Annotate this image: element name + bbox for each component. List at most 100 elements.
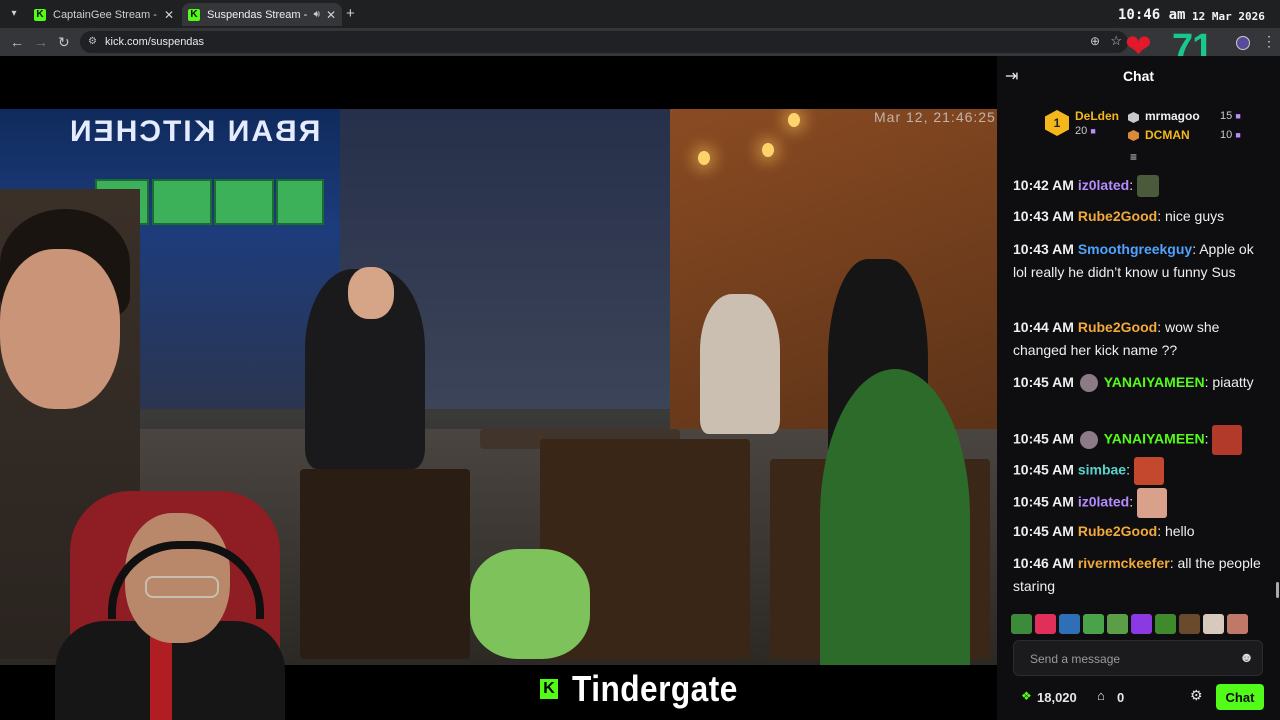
emote-icon[interactable] — [1227, 614, 1248, 634]
chat-message: 10:44 AM Rube2Good: wow she changed her … — [1013, 319, 1220, 358]
close-icon[interactable]: ✕ — [164, 8, 174, 22]
menu-board — [214, 179, 274, 225]
streamer-webcam — [50, 491, 290, 720]
message-time: 10:45 AM — [1013, 374, 1074, 390]
face — [0, 249, 120, 409]
message-time: 10:46 AM — [1013, 555, 1074, 571]
address-bar[interactable]: ⚙ kick.com/suspendas ⊕ ☆ — [80, 31, 1128, 53]
message-user[interactable]: YANAIYAMEEN — [1104, 374, 1205, 390]
lettuce-bag — [470, 549, 590, 659]
camera-timestamp: Mar 12, 21:46:25 — [874, 109, 996, 125]
message-user[interactable]: Rube2Good — [1078, 319, 1157, 335]
message-user[interactable]: rivermckeefer — [1078, 555, 1170, 571]
sunglasses — [145, 576, 219, 598]
leader-first-name[interactable]: DeLden — [1075, 109, 1119, 123]
zoom-icon[interactable]: ⊕ — [1090, 34, 1100, 48]
seated-man-head — [348, 267, 394, 319]
lamp — [698, 151, 710, 165]
chat-message: 10:45 AM iz0lated: — [1013, 488, 1269, 518]
emote-icon[interactable] — [1059, 614, 1080, 634]
date: 12 Mar 2026 — [1192, 10, 1265, 23]
store-icon[interactable]: ⌂ — [1097, 688, 1105, 703]
message-user[interactable]: iz0lated — [1078, 494, 1129, 510]
url-text: kick.com/suspendas — [105, 36, 205, 48]
chat-message: 10:45 AM Rube2Good: hello — [1013, 523, 1195, 539]
gift-leaderboard: 1 DeLden 20 ■ mrmagoo 15 ■ DCMAN 10 ■ — [997, 100, 1280, 152]
leader-first-points: 20 ■ — [1075, 125, 1096, 137]
video-player[interactable]: RBAN KITCHEN Mar 12, 21:46:25 K Tinderga… — [0, 56, 997, 720]
points-value: 10 — [1220, 129, 1233, 141]
points-icon: ❖ — [1021, 689, 1032, 703]
channel-points[interactable]: 18,020 — [1037, 690, 1077, 705]
tab-list-icon[interactable]: ▾ — [6, 6, 22, 22]
emote-icon[interactable] — [1083, 614, 1104, 634]
lamp — [762, 143, 774, 157]
chat-message: 10:45 AM YANAIYAMEEN: piaatty — [1013, 371, 1269, 394]
chat-message: 10:45 AM simbae: — [1013, 457, 1269, 485]
emote-icon[interactable] — [1107, 614, 1128, 634]
chat-input[interactable] — [1014, 641, 1232, 677]
pin-icon[interactable]: ≡ — [1130, 150, 1137, 164]
tab-suspendas[interactable]: K Suspendas Stream - Watch Live 🔊︎ ✕ — [182, 3, 342, 26]
storefront-sign: RBAN KITCHEN — [68, 115, 321, 148]
rank-badge — [1128, 130, 1139, 141]
diner — [700, 294, 780, 434]
gear-icon[interactable]: ⚙ — [1190, 687, 1203, 704]
leader-third-name[interactable]: DCMAN — [1145, 128, 1190, 142]
message-user[interactable]: Smoothgreekguy — [1078, 241, 1192, 257]
emote-icon[interactable] — [1203, 614, 1224, 634]
message-user[interactable]: Rube2Good — [1078, 208, 1157, 224]
message-user[interactable]: iz0lated — [1078, 177, 1129, 193]
store-count: 0 — [1117, 690, 1125, 705]
send-chat-button[interactable]: Chat — [1216, 684, 1264, 710]
message-user[interactable]: simbae — [1078, 462, 1126, 478]
leader-second-name[interactable]: mrmagoo — [1145, 109, 1200, 123]
points-value: 15 — [1220, 110, 1233, 122]
message-text: hello — [1164, 523, 1195, 539]
quick-emote-bar — [1011, 614, 1271, 636]
message-text: piaatty — [1212, 374, 1254, 390]
kick-favicon: K — [34, 8, 46, 21]
menu-icon[interactable]: ⋮ — [1262, 33, 1276, 50]
rank-badge — [1128, 112, 1139, 123]
emote-icon[interactable] — [1011, 614, 1032, 634]
tab-captaingee[interactable]: K CaptainGee Stream - Watch Live ✕ — [28, 3, 180, 26]
emote-icon[interactable] — [1131, 614, 1152, 634]
profile-avatar[interactable] — [1236, 36, 1250, 50]
clock: 10:46 am — [1118, 7, 1186, 23]
browser-toolbar: ← → ↻ ⚙ kick.com/suspendas ⊕ ☆ — [0, 28, 1280, 56]
message-text: nice guys — [1164, 208, 1225, 224]
message-time: 10:45 AM — [1013, 461, 1074, 478]
points-value: 20 — [1075, 125, 1088, 137]
site-info-icon[interactable]: ⚙ — [88, 36, 97, 47]
chat-messages: 10:42 AM iz0lated: 10:43 AM Rube2Good: n… — [997, 174, 1280, 614]
chat-panel: ⇥ Chat 1 DeLden 20 ■ mrmagoo 15 ■ DCMAN … — [997, 56, 1280, 720]
menu-board — [152, 179, 212, 225]
emote-icon[interactable] — [1155, 614, 1176, 634]
close-icon[interactable]: ✕ — [326, 8, 336, 22]
chat-scrollbar[interactable] — [1276, 582, 1279, 598]
menu-board — [276, 179, 324, 225]
emote-icon[interactable] — [1179, 614, 1200, 634]
emoji-icon[interactable]: ☻ — [1239, 649, 1254, 665]
reload-icon[interactable]: ↻ — [58, 34, 70, 51]
new-tab-icon[interactable]: + — [346, 5, 355, 22]
forward-icon[interactable]: → — [34, 34, 48, 50]
speaker-icon[interactable]: 🔊︎ — [314, 9, 320, 20]
message-time: 10:43 AM — [1013, 241, 1074, 257]
emote-icon[interactable] — [1035, 614, 1056, 634]
star-icon[interactable]: ☆ — [1110, 33, 1122, 49]
message-time: 10:45 AM — [1013, 493, 1074, 510]
message-user[interactable]: Rube2Good — [1078, 523, 1157, 539]
user-badge-icon — [1079, 374, 1098, 393]
kick-logo-icon: K — [540, 679, 558, 699]
message-user[interactable]: YANAIYAMEEN — [1104, 431, 1205, 447]
message-time: 10:45 AM — [1013, 523, 1074, 539]
emote-icon — [1212, 425, 1243, 455]
gift-icon: ■ — [1235, 130, 1241, 140]
back-icon[interactable]: ← — [10, 34, 24, 50]
message-time: 10:45 AM — [1013, 430, 1074, 447]
user-badge-icon — [1079, 431, 1098, 449]
emote-icon — [1133, 457, 1164, 485]
stream-title-overlay: K Tindergate — [540, 668, 760, 710]
